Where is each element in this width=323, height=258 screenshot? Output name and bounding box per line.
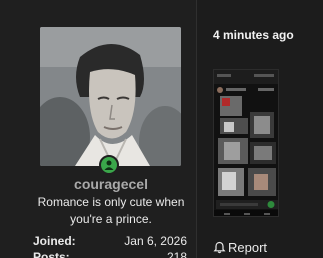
post-timestamp[interactable]: 4 minutes ago	[213, 28, 294, 42]
report-label: Report	[228, 240, 268, 255]
online-status-badge	[99, 155, 119, 175]
user-icon	[104, 160, 114, 170]
avatar-photo	[40, 27, 181, 166]
report-link[interactable]: Report	[213, 240, 267, 255]
stat-value: Jan 6, 2026	[124, 234, 187, 248]
stat-label: Joined:	[33, 234, 76, 248]
screenshot-image	[214, 70, 278, 216]
stat-value[interactable]: 218	[167, 250, 187, 258]
stat-label: Posts:	[33, 250, 70, 258]
message-user-sidebar: couragecel Romance is only cute when you…	[0, 0, 196, 258]
message-main: 4 minutes ago Report	[197, 0, 323, 258]
attachment-thumbnail[interactable]	[213, 69, 279, 217]
user-title: Romance is only cute when you're a princ…	[37, 195, 185, 226]
stat-joined: Joined: Jan 6, 2026	[33, 234, 187, 248]
username-link[interactable]: couragecel	[0, 176, 222, 192]
bell-icon	[213, 241, 226, 254]
user-avatar[interactable]	[40, 27, 181, 166]
stat-posts: Posts: 218	[33, 250, 187, 258]
